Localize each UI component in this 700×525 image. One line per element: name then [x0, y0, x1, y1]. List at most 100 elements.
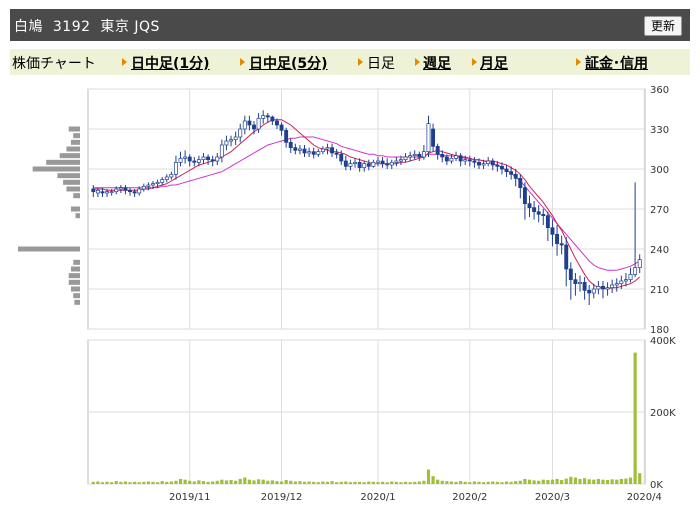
candle-body: [206, 156, 211, 161]
volume-bar: [518, 480, 522, 484]
volume-bar: [197, 480, 201, 484]
volume-profile-bar: [74, 299, 80, 305]
volume-bar: [468, 482, 472, 484]
candle-body: [458, 155, 463, 162]
volume-bar: [105, 481, 109, 484]
volume-bar: [335, 482, 339, 484]
candle-body: [376, 160, 380, 163]
volume-bar: [321, 481, 325, 484]
volume-bar: [229, 480, 233, 484]
volume-bar: [133, 481, 137, 484]
volume-profile-bar: [66, 186, 80, 192]
candle-body: [353, 161, 357, 165]
volume-bar: [605, 480, 610, 484]
candle-body: [293, 147, 298, 151]
volume-bar: [394, 481, 398, 484]
volume-bar: [100, 482, 105, 484]
candle-body: [550, 227, 555, 235]
candle-body: [238, 128, 243, 138]
candle-body: [155, 181, 160, 185]
candle-body: [380, 160, 385, 165]
candle-body: [100, 191, 105, 194]
volume-bar: [532, 480, 536, 484]
candle-body: [302, 148, 307, 154]
candle-body: [582, 281, 587, 291]
candle-body: [362, 163, 367, 169]
candle-body: [495, 164, 500, 167]
candle-body: [504, 168, 509, 173]
candle-body: [481, 163, 486, 166]
volume-profile-bar: [59, 153, 80, 159]
candle-body: [169, 173, 174, 178]
volume-bar: [211, 481, 215, 484]
volume-profile-bar: [70, 206, 80, 212]
candle-body: [541, 213, 546, 217]
volume-bar: [243, 477, 247, 484]
volume-bar: [123, 481, 128, 484]
candle-body: [160, 179, 165, 183]
candle-body: [628, 273, 633, 281]
candle-body: [398, 159, 403, 162]
candle-body: [477, 161, 481, 166]
volume-bar: [96, 481, 100, 484]
volume-bar: [344, 481, 348, 484]
volume-profile-bar: [70, 286, 80, 292]
volume-profile-bar: [70, 139, 80, 145]
volume-bar: [486, 481, 490, 484]
candle-body: [610, 284, 615, 289]
volume-bar: [560, 480, 564, 484]
candle-body: [573, 279, 578, 285]
candle-body: [623, 279, 628, 282]
candle-body: [288, 141, 293, 149]
volume-profile-bar: [46, 159, 80, 165]
x-tick-label: 2019/11: [169, 492, 211, 503]
candle-body: [252, 124, 256, 130]
volume-profile-bar: [73, 133, 80, 139]
candle-body: [325, 147, 330, 150]
candle-body: [137, 188, 142, 194]
volume-bar: [541, 479, 545, 484]
candle-body: [591, 288, 596, 294]
volume-bar: [500, 482, 504, 484]
candle-body: [132, 191, 137, 194]
candle-body: [173, 161, 178, 175]
volume-bar: [408, 482, 412, 484]
candle-body: [261, 115, 266, 119]
volume-bar: [316, 482, 320, 484]
price-tick-label: 240: [650, 245, 669, 256]
volume-bar: [367, 481, 371, 484]
volume-bar: [302, 481, 307, 484]
volume-bar: [578, 478, 582, 484]
candle-body: [146, 184, 151, 187]
candle-body: [389, 161, 394, 166]
candle-body: [518, 177, 523, 189]
volume-bar: [298, 481, 302, 484]
candle-body: [536, 211, 541, 215]
volume-bar: [459, 481, 463, 484]
volume-bar: [537, 480, 541, 484]
volume-bar: [495, 481, 499, 484]
volume-bar: [587, 479, 591, 484]
candle-body: [509, 171, 514, 175]
price-tick-label: 210: [650, 285, 669, 296]
candle-body: [118, 187, 123, 190]
volume-profile-bar: [57, 173, 80, 179]
volume-bar: [325, 481, 330, 484]
candle-body: [587, 289, 592, 294]
volume-bar: [596, 478, 600, 484]
volume-bar: [284, 480, 288, 484]
volume-profile-bar: [32, 166, 80, 172]
volume-bar: [564, 478, 568, 484]
volume-profile-bar: [73, 193, 80, 199]
candle-body: [242, 120, 247, 130]
candle-body: [633, 267, 638, 275]
candle-body: [330, 147, 335, 154]
volume-bar: [454, 481, 458, 484]
candle-body: [614, 283, 619, 286]
volume-bar: [174, 480, 178, 484]
candle-body: [545, 215, 550, 229]
candle-body: [256, 117, 261, 130]
volume-bar: [624, 478, 628, 484]
candle-body: [559, 243, 564, 246]
candle-body: [357, 161, 362, 169]
